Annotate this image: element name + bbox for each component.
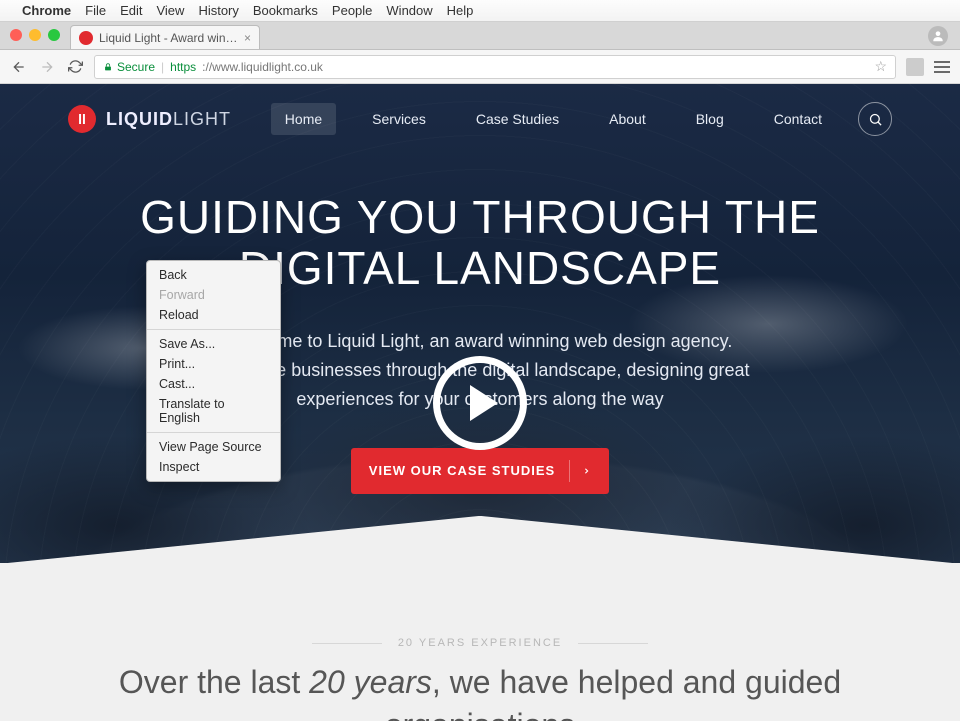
nav-blog[interactable]: Blog [682, 103, 738, 135]
hero-headline: GUIDING YOU THROUGH THE DIGITAL LANDSCAP… [0, 192, 960, 293]
experience-section: 20 YEARS EXPERIENCE Over the last 20 yea… [0, 611, 960, 721]
search-icon [868, 112, 883, 127]
ctx-forward: Forward [147, 285, 280, 305]
eyebrow-label: 20 YEARS EXPERIENCE [382, 637, 578, 649]
nav-about[interactable]: About [595, 103, 660, 135]
site-header: ll LIQUIDLIGHT Home Services Case Studie… [0, 84, 960, 154]
menu-history[interactable]: History [198, 3, 238, 18]
ctx-separator [147, 329, 280, 330]
chrome-menu-button[interactable] [934, 61, 950, 73]
context-menu: Back Forward Reload Save As... Print... … [146, 260, 281, 482]
section-divider [0, 563, 960, 611]
ctx-view-source[interactable]: View Page Source [147, 437, 280, 457]
tab-close-button[interactable]: × [244, 31, 251, 45]
secure-label: Secure [117, 60, 155, 74]
address-bar[interactable]: Secure | https://www.liquidlight.co.uk ☆ [94, 55, 896, 79]
ctx-print[interactable]: Print... [147, 354, 280, 374]
ctx-reload[interactable]: Reload [147, 305, 280, 325]
back-button[interactable] [10, 58, 28, 76]
bookmark-star-button[interactable]: ☆ [874, 58, 887, 75]
extension-button[interactable] [906, 58, 924, 76]
macos-menubar: Chrome File Edit View History Bookmarks … [0, 0, 960, 22]
nav-contact[interactable]: Contact [760, 103, 836, 135]
tab-title: Liquid Light - Award winning w [99, 31, 238, 45]
ctx-cast[interactable]: Cast... [147, 374, 280, 394]
profile-avatar-button[interactable] [928, 26, 948, 46]
menu-bookmarks[interactable]: Bookmarks [253, 3, 318, 18]
ctx-inspect[interactable]: Inspect [147, 457, 280, 477]
url-rest: ://www.liquidlight.co.uk [202, 60, 323, 74]
search-button[interactable] [858, 102, 892, 136]
nav-case-studies[interactable]: Case Studies [462, 103, 573, 135]
menu-view[interactable]: View [156, 3, 184, 18]
window-close-button[interactable] [10, 29, 22, 41]
window-zoom-button[interactable] [48, 29, 60, 41]
forward-button[interactable] [38, 58, 56, 76]
hero-section: ll LIQUIDLIGHT Home Services Case Studie… [0, 84, 960, 564]
primary-nav: Home Services Case Studies About Blog Co… [271, 102, 892, 136]
site-logo[interactable]: ll LIQUIDLIGHT [68, 105, 231, 133]
reload-button[interactable] [66, 58, 84, 76]
ctx-separator [147, 432, 280, 433]
ctx-save-as[interactable]: Save As... [147, 334, 280, 354]
ctx-back[interactable]: Back [147, 265, 280, 285]
experience-heading: Over the last 20 years, we have helped a… [60, 661, 900, 721]
secure-indicator: Secure [103, 60, 155, 74]
ctx-translate[interactable]: Translate to English [147, 394, 280, 428]
menu-edit[interactable]: Edit [120, 3, 142, 18]
window-minimize-button[interactable] [29, 29, 41, 41]
play-overlay-button[interactable] [433, 356, 527, 450]
favicon-icon [79, 31, 93, 45]
menu-people[interactable]: People [332, 3, 372, 18]
menu-window[interactable]: Window [386, 3, 432, 18]
browser-tabstrip: Liquid Light - Award winning w × [0, 22, 960, 50]
url-scheme: https [170, 60, 196, 74]
cta-button[interactable]: VIEW OUR CASE STUDIES [351, 448, 609, 494]
browser-tab[interactable]: Liquid Light - Award winning w × [70, 25, 260, 49]
window-controls [10, 29, 60, 41]
logo-text: LIQUIDLIGHT [106, 109, 231, 130]
menu-help[interactable]: Help [447, 3, 474, 18]
logo-mark-icon: ll [68, 105, 96, 133]
nav-services[interactable]: Services [358, 103, 440, 135]
nav-home[interactable]: Home [271, 103, 336, 135]
lock-icon [103, 62, 113, 72]
menu-file[interactable]: File [85, 3, 106, 18]
webpage-viewport: ll LIQUIDLIGHT Home Services Case Studie… [0, 84, 960, 721]
cta-label: VIEW OUR CASE STUDIES [369, 463, 555, 478]
app-menu[interactable]: Chrome [22, 3, 71, 18]
browser-toolbar: Secure | https://www.liquidlight.co.uk ☆ [0, 50, 960, 84]
chevron-right-icon [569, 460, 591, 482]
